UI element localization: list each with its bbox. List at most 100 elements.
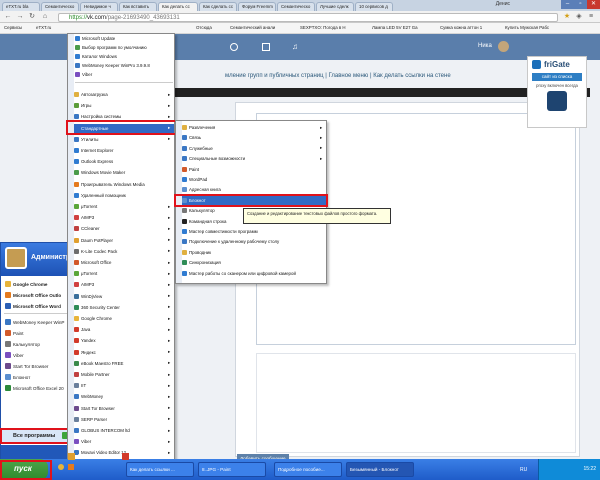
program-item[interactable]: AIMP3 ▸ bbox=[74, 213, 174, 222]
maximize-icon[interactable]: ▫ bbox=[574, 0, 587, 9]
program-item[interactable]: WebMoney ▸ bbox=[74, 392, 174, 401]
pinned-item[interactable]: Google Chrome bbox=[5, 281, 47, 287]
back-icon[interactable]: ← bbox=[3, 13, 13, 22]
program-item[interactable]: Проигрыватель Windows Media bbox=[74, 180, 174, 189]
taskbar-task-active[interactable]: Безымянный - Блокнот bbox=[346, 462, 414, 477]
music-icon[interactable]: ♫ bbox=[292, 42, 298, 51]
browser-tab[interactable]: Форум Freemm bbox=[238, 2, 276, 11]
menu-item[interactable]: Microsoft Update bbox=[75, 36, 115, 41]
bookmark-item[interactable]: Купить Мужская Рабс bbox=[505, 25, 549, 30]
quicklaunch-ie-icon[interactable] bbox=[68, 464, 74, 470]
accessory-item[interactable]: Мастер работы со сканером или цифровой к… bbox=[182, 269, 326, 278]
browser-tab[interactable]: Семантическо bbox=[277, 2, 315, 11]
menu-item[interactable]: Выбор программ по умолчанию bbox=[75, 45, 147, 50]
program-item[interactable]: WinDjView ▸ bbox=[74, 292, 174, 301]
shutdown-label[interactable]: Выключение bbox=[132, 453, 159, 458]
program-item[interactable]: Яндекс ▸ bbox=[74, 348, 174, 357]
browser-tab[interactable]: Семантическо bbox=[41, 2, 79, 11]
vk-user-name[interactable]: Ника bbox=[478, 43, 492, 49]
menu-item[interactable]: Каталог Windows bbox=[75, 54, 117, 59]
recent-item[interactable]: Paint bbox=[5, 330, 23, 336]
browser-tab[interactable]: Как вставить bbox=[119, 2, 157, 11]
program-item[interactable]: eBook Maestro FREE ▸ bbox=[74, 359, 174, 368]
recent-item[interactable]: WebMoney Keeper WinP bbox=[5, 319, 65, 325]
language-indicator[interactable]: RU bbox=[520, 467, 527, 473]
program-item[interactable]: Утилиты ▸ bbox=[74, 135, 174, 144]
minimize-icon[interactable]: – bbox=[561, 0, 574, 9]
program-item[interactable]: Удаленный помощник bbox=[74, 191, 174, 200]
browser-tab[interactable]: Невидимое ч bbox=[80, 2, 118, 11]
accessory-item[interactable]: Paint bbox=[182, 165, 326, 174]
browser-tab[interactable]: 10 сервисов д bbox=[355, 2, 393, 11]
close-icon[interactable]: ✕ bbox=[587, 0, 600, 9]
bookmark-item[interactable]: Отсюда bbox=[196, 25, 212, 30]
recent-item[interactable]: Viber bbox=[5, 352, 24, 358]
pinned-item[interactable]: Microsoft Office Word bbox=[5, 303, 61, 309]
bookmark-services[interactable]: Сервисы bbox=[4, 25, 22, 30]
program-item[interactable]: Daum PotPlayer ▸ bbox=[74, 236, 174, 245]
program-item[interactable]: Start Tor Browser ▸ bbox=[74, 404, 174, 413]
accessory-item[interactable]: Проводник bbox=[182, 248, 326, 257]
program-item[interactable]: Windows Movie Maker bbox=[74, 168, 174, 177]
program-item[interactable]: Microsoft Office ▸ bbox=[74, 258, 174, 267]
home-icon[interactable]: ⌂ bbox=[40, 13, 50, 22]
accessory-item[interactable]: WordPad bbox=[182, 175, 326, 184]
logoff-label[interactable]: Выход из системы bbox=[78, 453, 117, 458]
recent-item[interactable]: Блокнот bbox=[5, 374, 30, 380]
pinned-item[interactable]: Microsoft Office Outlo bbox=[5, 292, 61, 298]
program-item[interactable]: μTorrent ▸ bbox=[74, 269, 174, 278]
accessory-item[interactable]: Развлечения ▸ bbox=[182, 123, 326, 132]
program-item[interactable]: Internet Explorer bbox=[74, 146, 174, 155]
bookmark-item[interactable]: SEXPTXO: Погода в Н bbox=[300, 25, 346, 30]
program-item[interactable]: Автозагрузка ▸ bbox=[74, 90, 174, 99]
browser-tab[interactable]: Как сделать сс bbox=[199, 2, 237, 11]
logoff-icon[interactable] bbox=[68, 453, 75, 460]
people-icon[interactable] bbox=[230, 43, 238, 51]
clock[interactable]: 15:22 bbox=[583, 466, 596, 472]
recent-item[interactable]: Калькулятор bbox=[5, 341, 40, 347]
program-item[interactable]: Игры ▸ bbox=[74, 101, 174, 110]
bookmark-item[interactable]: Семантический анали bbox=[230, 25, 275, 30]
program-item[interactable]: CCleaner ▸ bbox=[74, 224, 174, 233]
profile-name[interactable]: Денис bbox=[496, 1, 510, 7]
taskbar-task[interactable]: Подробное пособие... bbox=[274, 462, 342, 477]
program-item[interactable]: GLOBUS INTERCOM ltd ▸ bbox=[74, 426, 174, 435]
program-item[interactable]: 360 Security Center ▸ bbox=[74, 303, 174, 312]
extension-icon[interactable]: ◈ bbox=[574, 13, 584, 22]
browser-tab-active[interactable]: Как делать сс bbox=[158, 2, 198, 11]
shutdown-icon[interactable] bbox=[122, 453, 129, 460]
browser-tab[interactable]: eTXT.ru bla bbox=[2, 2, 40, 11]
program-item[interactable]: Mobile Partner ▸ bbox=[74, 370, 174, 379]
program-item[interactable]: SERP Parser ▸ bbox=[74, 415, 174, 424]
accessory-item[interactable]: Связь ▸ bbox=[182, 133, 326, 142]
program-item[interactable]: K-Lite Codec Pack ▸ bbox=[74, 247, 174, 256]
star-icon[interactable]: ★ bbox=[562, 13, 572, 22]
bookmark-item[interactable]: Лампа LED 5V E27 Ga bbox=[372, 25, 418, 30]
program-item[interactable]: Outlook Express bbox=[74, 157, 174, 166]
frigate-status-button[interactable]: сайт из списка bbox=[532, 73, 582, 81]
recent-item[interactable]: Microsoft Office Excel 20 bbox=[5, 385, 64, 391]
photo-icon[interactable] bbox=[262, 43, 270, 51]
bookmark-item[interactable]: eTXT.ru bbox=[36, 25, 51, 30]
taskbar-task[interactable]: 8..JPG - Paint bbox=[198, 462, 266, 477]
accessory-item[interactable]: Мастер совместимости программ bbox=[182, 227, 326, 236]
reload-icon[interactable]: ↻ bbox=[27, 13, 37, 22]
program-item[interactable]: IIT ▸ bbox=[74, 381, 174, 390]
program-item[interactable]: Google Chrome ▸ bbox=[74, 314, 174, 323]
program-item[interactable]: Viber ▸ bbox=[74, 437, 174, 446]
accessory-item[interactable]: Подключение к удаленному рабочему столу bbox=[182, 237, 326, 246]
menu-item[interactable]: WebMoney Keeper WinPro 3.9.9.8 bbox=[75, 63, 150, 68]
accessory-item[interactable]: Синхронизация bbox=[182, 258, 326, 267]
browser-tab[interactable]: Лучшие сделк bbox=[316, 2, 354, 11]
breadcrumb[interactable]: мление групп и публичных страниц | Главн… bbox=[225, 73, 451, 79]
program-item[interactable]: μTorrent ▸ bbox=[74, 202, 174, 211]
menu-item[interactable]: Viber bbox=[75, 72, 92, 77]
menu-icon[interactable]: ≡ bbox=[586, 13, 596, 22]
url-input[interactable]: https://vk.com/page-21693490_43693131 bbox=[58, 13, 558, 22]
quicklaunch-chrome-icon[interactable] bbox=[58, 464, 64, 470]
avatar[interactable] bbox=[498, 41, 509, 52]
accessory-item[interactable]: Специальные возможности ▸ bbox=[182, 154, 326, 163]
taskbar-task[interactable]: Как делать ссылки ... bbox=[126, 462, 194, 477]
bookmark-item[interactable]: Сумка кожна аттон 1 bbox=[440, 25, 482, 30]
program-item[interactable]: AIMP3 ▸ bbox=[74, 280, 174, 289]
